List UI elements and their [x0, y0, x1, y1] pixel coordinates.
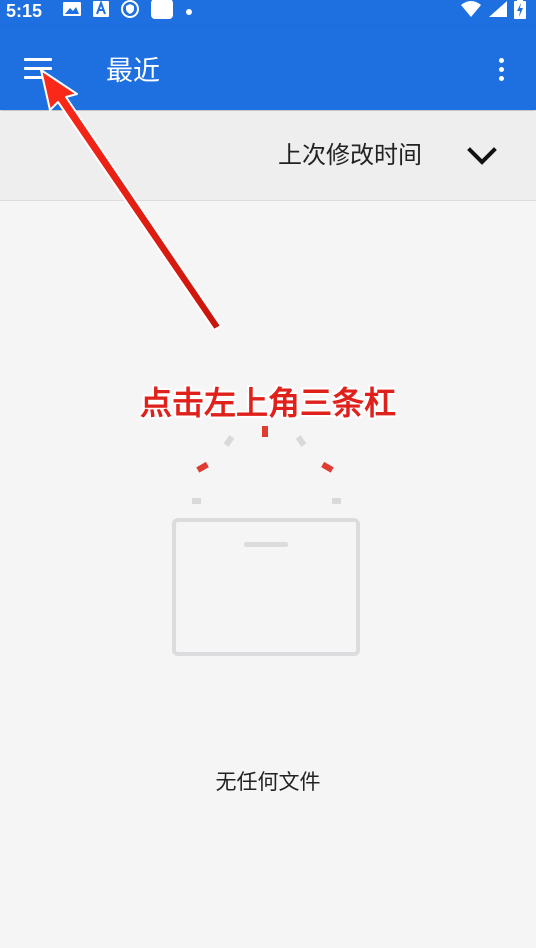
status-time: 5:15	[6, 1, 43, 21]
hamburger-menu-icon[interactable]	[14, 48, 62, 92]
more-vert-icon[interactable]	[488, 52, 516, 88]
text-a-icon	[92, 0, 110, 22]
vpn-shield-icon	[120, 0, 140, 23]
notification-icons	[62, 0, 194, 22]
image-icon	[62, 1, 82, 21]
system-icons	[460, 0, 526, 22]
empty-box-icon	[166, 420, 366, 660]
empty-message: 无任何文件	[215, 770, 321, 794]
annotation-text: 点击左上角三条杠	[139, 384, 396, 422]
dot-icon	[184, 2, 194, 21]
app-bar: 最近	[0, 26, 536, 110]
signal-icon	[488, 0, 508, 22]
chevron-down-icon[interactable]	[460, 135, 506, 175]
page-title: 最近	[106, 56, 160, 87]
sort-bar: 上次修改时间	[0, 111, 536, 201]
blank-square-icon	[150, 0, 174, 24]
status-bar: 5:15	[0, 0, 536, 26]
sort-label[interactable]: 上次修改时间	[278, 135, 422, 175]
battery-charging-icon	[514, 0, 526, 23]
wifi-icon	[460, 0, 482, 22]
